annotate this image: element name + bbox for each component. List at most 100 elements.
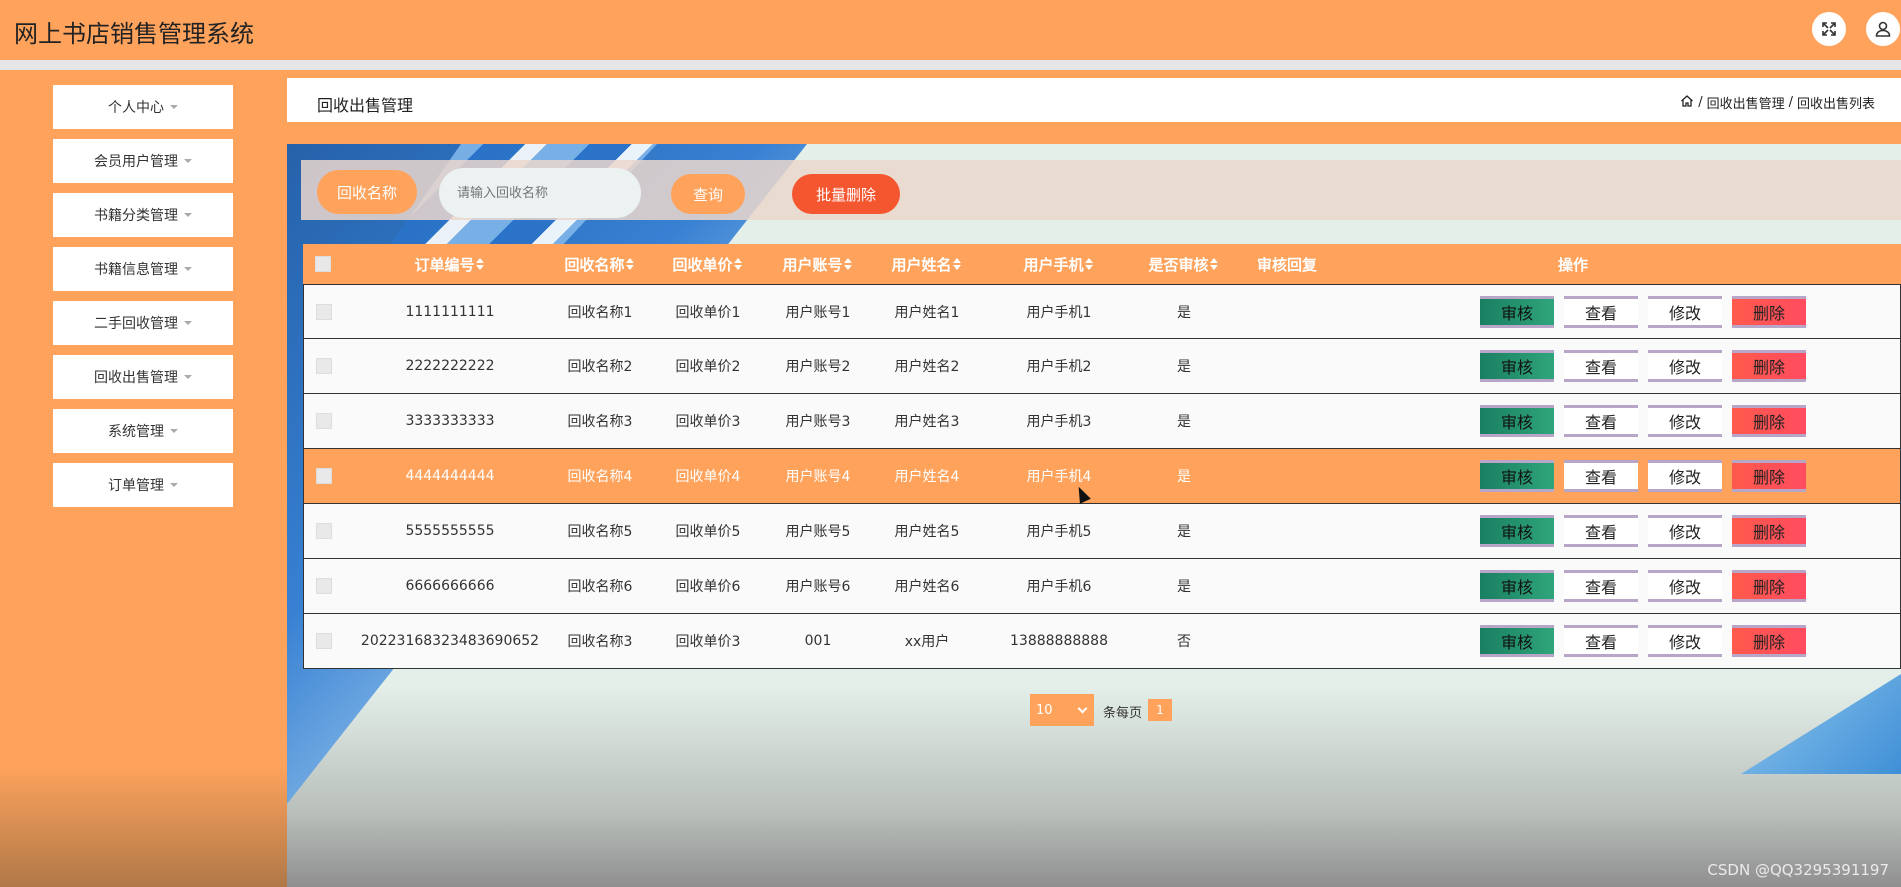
cell-phone: 用户手机2	[1026, 359, 1092, 375]
sort-icon[interactable]	[475, 258, 484, 270]
row-checkbox[interactable]	[316, 358, 332, 374]
delete-button[interactable]: 删除	[1732, 625, 1806, 657]
user-icon[interactable]	[1866, 12, 1900, 46]
sort-icon[interactable]	[733, 258, 742, 270]
column-header-name[interactable]: 回收名称	[547, 244, 651, 284]
audit-button[interactable]: 审核	[1480, 296, 1554, 328]
row-checkbox[interactable]	[316, 303, 332, 320]
edit-button[interactable]: 修改	[1648, 405, 1722, 437]
audit-button[interactable]: 审核	[1480, 350, 1554, 382]
view-button[interactable]: 查看	[1564, 570, 1638, 602]
row-checkbox[interactable]	[316, 413, 332, 429]
view-button[interactable]: 查看	[1564, 350, 1638, 382]
row-checkbox[interactable]	[316, 578, 332, 594]
sidebar-item-member-users[interactable]: 会员用户管理	[53, 139, 233, 183]
view-button[interactable]: 查看	[1564, 625, 1638, 657]
cell-order-no: 5555555555	[405, 523, 495, 539]
batch-delete-button[interactable]: 批量删除	[792, 174, 900, 214]
view-button[interactable]: 查看	[1564, 460, 1638, 492]
sidebar-item-book-categories[interactable]: 书籍分类管理	[53, 193, 233, 237]
delete-button[interactable]: 删除	[1732, 296, 1806, 328]
table-row[interactable]: 2222222222 回收名称2 回收单价2 用户账号2 用户姓名2 用户手机2 是 审核 查看…	[303, 339, 1901, 394]
column-header-price[interactable]: 回收单价	[655, 244, 759, 284]
audit-button[interactable]: 审核	[1480, 570, 1554, 602]
page-number-current[interactable]: 1	[1148, 699, 1172, 721]
delete-button[interactable]: 删除	[1732, 460, 1806, 492]
audit-button[interactable]: 审核	[1480, 625, 1554, 657]
edit-button[interactable]: 修改	[1648, 460, 1722, 492]
delete-button[interactable]: 删除	[1732, 350, 1806, 382]
table-row[interactable]: 20223168323483690652 回收名称3 回收单价3 001 xx用户 138…	[303, 614, 1901, 669]
cell-name: 回收名称1	[567, 304, 633, 321]
cell-username: 用户姓名2	[894, 359, 960, 375]
caret-down-icon	[184, 267, 192, 271]
cell-phone: 用户手机6	[1026, 579, 1092, 595]
edit-button[interactable]: 修改	[1648, 515, 1722, 547]
cell-phone: 用户手机1	[1026, 304, 1092, 321]
view-button[interactable]: 查看	[1564, 515, 1638, 547]
table-row[interactable]: 6666666666 回收名称6 回收单价6 用户账号6 用户姓名6 用户手机6 是 审核 查看…	[303, 559, 1901, 614]
cell-phone: 用户手机5	[1026, 524, 1092, 540]
table-row[interactable]: 3333333333 回收名称3 回收单价3 用户账号3 用户姓名3 用户手机3 是 审核 查看…	[303, 394, 1901, 449]
sort-icon[interactable]	[843, 258, 852, 270]
cell-audited: 是	[1177, 469, 1191, 485]
sidebar-item-system[interactable]: 系统管理	[53, 409, 233, 453]
cell-price: 回收单价3	[675, 634, 741, 650]
sort-icon[interactable]	[1084, 258, 1093, 270]
sort-icon[interactable]	[625, 258, 634, 270]
audit-button[interactable]: 审核	[1480, 460, 1554, 492]
column-header-account[interactable]: 用户账号	[765, 244, 869, 284]
breadcrumb-item[interactable]: 回收出售管理	[1707, 93, 1785, 112]
row-checkbox[interactable]	[316, 523, 332, 539]
delete-button[interactable]: 删除	[1732, 570, 1806, 602]
table-row[interactable]: 5555555555 回收名称5 回收单价5 用户账号5 用户姓名5 用户手机5 是 审核 查看…	[303, 504, 1901, 559]
table-row[interactable]: 4444444444 回收名称4 回收单价4 用户账号4 用户姓名4 用户手机4 是 审核 查看…	[303, 449, 1901, 504]
sort-icon[interactable]	[952, 258, 961, 270]
top-header: 网上书店销售管理系统	[0, 0, 1901, 60]
cell-order-no: 6666666666	[405, 578, 495, 594]
edit-button[interactable]: 修改	[1648, 625, 1722, 657]
query-button[interactable]: 查询	[671, 174, 745, 214]
cell-order-no: 3333333333	[405, 413, 495, 429]
delete-button[interactable]: 删除	[1732, 405, 1806, 437]
column-header-username[interactable]: 用户姓名	[874, 244, 978, 284]
sort-icon[interactable]	[1209, 258, 1218, 270]
column-header-phone[interactable]: 用户手机	[983, 244, 1133, 284]
sidebar-item-secondhand-recycle[interactable]: 二手回收管理	[53, 301, 233, 345]
row-checkbox[interactable]	[316, 468, 332, 484]
column-header-order-no[interactable]: 订单编号	[359, 244, 539, 284]
cell-reply	[1238, 449, 1338, 503]
caret-down-icon	[184, 159, 192, 163]
cell-price: 回收单价4	[675, 469, 741, 485]
cell-name: 回收名称6	[567, 579, 633, 595]
sidebar-item-orders[interactable]: 订单管理	[53, 463, 233, 507]
watermark: CSDN @QQ3295391197	[1707, 861, 1889, 879]
chevron-down-icon	[1077, 703, 1088, 714]
cell-phone: 用户手机3	[1026, 414, 1092, 430]
delete-button[interactable]: 删除	[1732, 515, 1806, 547]
audit-button[interactable]: 审核	[1480, 515, 1554, 547]
page-size-select[interactable]: 10	[1030, 694, 1094, 726]
audit-button[interactable]: 审核	[1480, 405, 1554, 437]
header-divider	[0, 60, 1901, 70]
sidebar-item-book-info[interactable]: 书籍信息管理	[53, 247, 233, 291]
table-row[interactable]: 1111111111 回收名称1 回收单价1 用户账号1 用户姓名1 用户手机1 是 审核 查看…	[303, 284, 1901, 339]
view-button[interactable]: 查看	[1564, 405, 1638, 437]
home-icon[interactable]	[1680, 94, 1694, 112]
cell-price: 回收单价5	[675, 524, 741, 540]
cell-price: 回收单价2	[675, 359, 741, 375]
search-input[interactable]	[439, 168, 641, 218]
edit-button[interactable]: 修改	[1648, 570, 1722, 602]
decoration-corner	[1741, 674, 1901, 774]
row-checkbox[interactable]	[316, 633, 332, 649]
edit-button[interactable]: 修改	[1648, 350, 1722, 382]
select-all-checkbox[interactable]	[315, 256, 331, 272]
edit-button[interactable]: 修改	[1648, 296, 1722, 328]
sidebar-item-recycle-sales[interactable]: 回收出售管理	[53, 355, 233, 399]
column-header-audited[interactable]: 是否审核	[1133, 244, 1233, 284]
sidebar-item-personal-center[interactable]: 个人中心	[53, 85, 233, 129]
data-table: 订单编号 回收名称 回收单价 用户账号 用户姓名 用户手机 是否审核 审核回复 …	[303, 244, 1901, 669]
fullscreen-icon[interactable]	[1812, 12, 1846, 46]
sidebar-item-label: 系统管理	[108, 424, 164, 440]
view-button[interactable]: 查看	[1564, 296, 1638, 328]
